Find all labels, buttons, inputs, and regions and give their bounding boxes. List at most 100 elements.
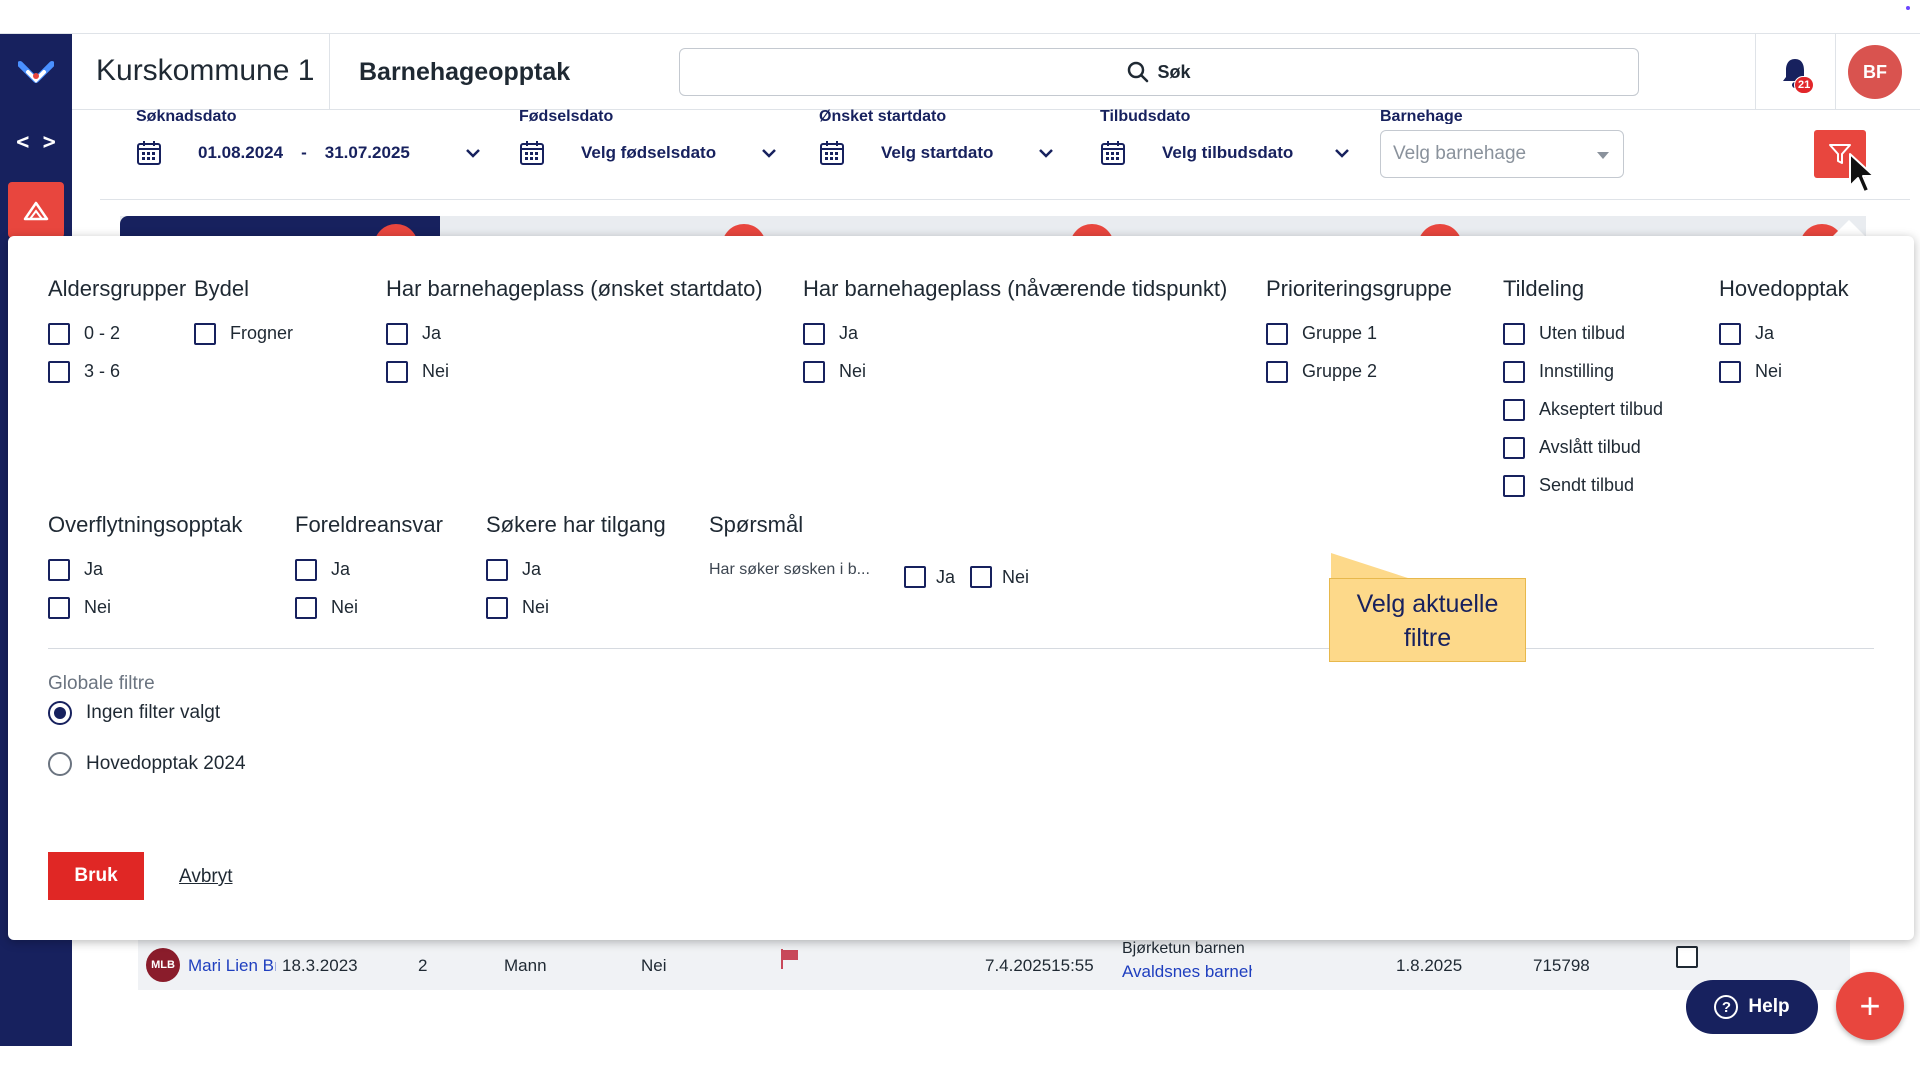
- checkbox[interactable]: [386, 322, 408, 345]
- row-checkbox[interactable]: [1676, 946, 1698, 968]
- checkbox[interactable]: [48, 322, 70, 345]
- filter-option[interactable]: Avslått tilbud: [1503, 436, 1663, 459]
- question-yes[interactable]: Ja: [904, 566, 955, 588]
- group-heading: Har barnehageplass (ønsket startdato): [386, 276, 763, 301]
- has-place: Nei: [641, 956, 667, 975]
- checkbox[interactable]: [1266, 360, 1288, 383]
- startdato-filter[interactable]: Ønsket startdato Velg startdato: [819, 108, 1055, 166]
- filter-option[interactable]: Gruppe 2: [1266, 360, 1452, 383]
- radio-hovedopptak-2024[interactable]: Hovedopptak 2024: [48, 752, 246, 776]
- radio-no-filter[interactable]: Ingen filter valgt: [48, 701, 220, 725]
- checkbox-label: Ja: [422, 323, 442, 343]
- checkbox[interactable]: [1503, 322, 1525, 345]
- avatar[interactable]: BF: [1848, 45, 1902, 99]
- checkbox[interactable]: [1503, 360, 1525, 383]
- group-heading: Aldersgrupper: [48, 276, 187, 301]
- date-separator: -: [301, 143, 307, 162]
- question-no[interactable]: Nei: [970, 566, 1029, 588]
- add-button[interactable]: +: [1836, 972, 1904, 1040]
- flag-icon: [781, 949, 798, 969]
- help-icon: ?: [1714, 995, 1739, 1019]
- search-input[interactable]: Søk: [679, 48, 1639, 96]
- checkbox[interactable]: [295, 596, 317, 619]
- filter-option[interactable]: Nei: [295, 596, 443, 619]
- question-row: Har søker søsken i b... Ja Nei: [709, 561, 1029, 588]
- filter-option[interactable]: Frogner: [194, 322, 293, 345]
- checkbox[interactable]: [904, 566, 926, 588]
- checkbox[interactable]: [1503, 474, 1525, 497]
- fodselsdato-label: Fødselsdato: [519, 108, 614, 124]
- filter-option[interactable]: 0 - 2: [48, 322, 186, 345]
- kindergarten-1: Bjørketun barnen: [1122, 940, 1245, 957]
- code-icon[interactable]: < >: [0, 130, 72, 155]
- cancel-link[interactable]: Avbryt: [179, 866, 233, 888]
- filter-option[interactable]: Ja: [386, 322, 763, 345]
- filter-option[interactable]: 3 - 6: [48, 360, 186, 383]
- checkbox-label: Ja: [331, 559, 351, 579]
- apply-button[interactable]: Bruk: [48, 852, 144, 900]
- filter-option[interactable]: Ja: [486, 558, 666, 581]
- filter-option[interactable]: Nei: [486, 596, 666, 619]
- avatar: MLB: [146, 948, 180, 982]
- table-row[interactable]: MLB Mari Lien Bı 18.3.2023 2 Mann Nei 7.…: [138, 940, 1850, 990]
- filter-option[interactable]: Ja: [1719, 322, 1849, 345]
- checkbox-label: Frogner: [230, 323, 294, 343]
- application-id: 715798: [1533, 956, 1590, 975]
- child-name-link[interactable]: Mari Lien Bı: [188, 956, 276, 976]
- checkbox[interactable]: [970, 566, 993, 588]
- checkbox[interactable]: [386, 360, 408, 383]
- soknadsdato-filter[interactable]: Søknadsdato 01.08.2024 - 31.07.2025: [136, 108, 482, 166]
- tilbudsdato-label: Tilbudsdato: [1100, 108, 1191, 124]
- filter-option[interactable]: Sendt tilbud: [1503, 474, 1663, 497]
- filter-option[interactable]: Nei: [803, 360, 1227, 383]
- filter-option[interactable]: Nei: [1719, 360, 1849, 383]
- checkbox[interactable]: [1719, 322, 1741, 345]
- checkbox[interactable]: [48, 596, 70, 619]
- calendar-icon: [520, 141, 544, 165]
- help-label: Help: [1748, 996, 1790, 1017]
- kindergarten-2-link[interactable]: Avaldsnes barneh: [1122, 962, 1252, 982]
- filter-option[interactable]: Ja: [48, 558, 242, 581]
- checkbox-label: Avslått tilbud: [1539, 437, 1641, 457]
- checkbox[interactable]: [194, 322, 216, 345]
- filter-option[interactable]: Nei: [48, 596, 242, 619]
- filter-panel: Aldersgrupper 0 - 2 3 - 6 Bydel Frogner Har b…: [8, 236, 1914, 940]
- checkbox[interactable]: [1503, 398, 1525, 421]
- checkbox[interactable]: [803, 322, 825, 345]
- sign-nav-item[interactable]: [8, 182, 64, 238]
- date-from: 01.08.2024: [198, 143, 284, 162]
- filter-option[interactable]: Uten tilbud: [1503, 322, 1663, 345]
- filter-option[interactable]: Innstilling: [1503, 360, 1663, 383]
- filter-option[interactable]: Gruppe 1: [1266, 322, 1452, 345]
- checkbox[interactable]: [803, 360, 825, 383]
- checkbox[interactable]: [486, 558, 508, 581]
- help-button[interactable]: ? Help: [1686, 980, 1818, 1034]
- checkbox[interactable]: [295, 558, 317, 581]
- barnehage-label: Barnehage: [1380, 108, 1463, 124]
- checkbox[interactable]: [1503, 436, 1525, 459]
- tilbudsdato-filter[interactable]: Tilbudsdato Velg tilbudsdato: [1100, 108, 1351, 166]
- filter-option[interactable]: Nei: [386, 360, 763, 383]
- chevron-down-icon[interactable]: [760, 144, 778, 162]
- checkbox[interactable]: [48, 360, 70, 383]
- filter-option[interactable]: Akseptert tilbud: [1503, 398, 1663, 421]
- barnehage-select[interactable]: Velg barnehage: [1380, 130, 1624, 178]
- soknadsdato-label: Søknadsdato: [136, 108, 237, 124]
- chevron-down-icon[interactable]: [1037, 144, 1055, 162]
- logo-icon[interactable]: [18, 60, 54, 86]
- filter-option[interactable]: Ja: [295, 558, 443, 581]
- chevron-down-icon[interactable]: [464, 144, 482, 162]
- checkbox[interactable]: [1266, 322, 1288, 345]
- barnehage-filter: Barnehage: [1380, 108, 1463, 124]
- checkbox[interactable]: [486, 596, 508, 619]
- chevron-down-icon[interactable]: [1333, 144, 1351, 162]
- radio-button[interactable]: [48, 701, 72, 725]
- filter-group: Prioriteringsgruppe Gruppe 1 Gruppe 2: [1266, 276, 1452, 383]
- checkbox-label: Gruppe 2: [1302, 361, 1378, 381]
- checkbox[interactable]: [48, 558, 70, 581]
- checkbox[interactable]: [1719, 360, 1741, 383]
- fodselsdato-filter[interactable]: Fødselsdato Velg fødselsdato: [519, 108, 778, 166]
- filter-option[interactable]: Ja: [803, 322, 1227, 345]
- radio-button[interactable]: [48, 752, 72, 776]
- notification-badge: 21: [1794, 76, 1815, 94]
